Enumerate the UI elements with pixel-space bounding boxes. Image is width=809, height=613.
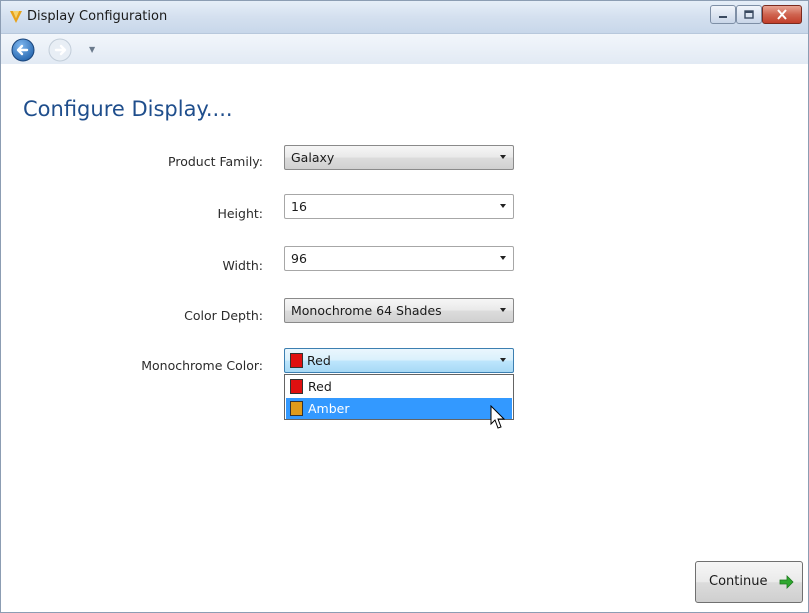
color-depth-value: Monochrome 64 Shades [291, 303, 442, 318]
forward-arrow-icon[interactable] [48, 38, 72, 62]
color-swatch-icon [290, 353, 303, 368]
back-arrow-icon[interactable] [11, 38, 35, 62]
monochrome-color-label: Monochrome Color: [141, 358, 263, 373]
maximize-icon [744, 10, 754, 19]
chevron-down-icon [500, 155, 506, 159]
height-value: 16 [291, 199, 307, 214]
dropdown-option-amber[interactable]: Amber [286, 398, 512, 419]
chevron-down-icon [500, 256, 506, 260]
monochrome-color-value: Red [307, 353, 331, 368]
width-select[interactable]: 96 [284, 246, 514, 271]
dropdown-option-label: Amber [308, 401, 350, 416]
chevron-down-icon [500, 204, 506, 208]
title-bar: Display Configuration [1, 1, 808, 34]
dropdown-option-label: Red [308, 379, 332, 394]
product-family-label: Product Family: [168, 154, 263, 169]
product-family-value: Galaxy [291, 150, 335, 165]
color-swatch-icon [290, 401, 303, 416]
chevron-down-icon [500, 358, 506, 362]
color-depth-select[interactable]: Monochrome 64 Shades [284, 298, 514, 323]
navigation-bar [1, 34, 808, 64]
minimize-button[interactable] [710, 5, 736, 24]
width-label: Width: [222, 258, 263, 273]
height-select[interactable]: 16 [284, 194, 514, 219]
continue-button[interactable]: Continue [695, 561, 803, 603]
app-window: Display Configuration ▼ Configure Displa… [0, 0, 809, 613]
dropdown-option-red[interactable]: Red [286, 376, 512, 397]
window-title: Display Configuration [27, 9, 168, 24]
width-value: 96 [291, 251, 307, 266]
product-family-select[interactable]: Galaxy [284, 145, 514, 170]
app-logo-icon [10, 11, 22, 23]
color-depth-label: Color Depth: [184, 308, 263, 323]
continue-label: Continue [709, 574, 768, 589]
height-label: Height: [217, 206, 263, 221]
monochrome-color-dropdown: Red Amber [284, 374, 514, 420]
close-icon [777, 9, 787, 20]
arrow-right-icon [779, 575, 794, 589]
monochrome-color-select[interactable]: Red [284, 348, 514, 373]
mouse-cursor-icon [490, 405, 506, 429]
chevron-down-icon [500, 308, 506, 312]
page-title: Configure Display.... [23, 97, 233, 121]
window-controls [710, 5, 802, 27]
maximize-button[interactable] [736, 5, 762, 24]
color-swatch-icon [290, 379, 303, 394]
minimize-icon [719, 15, 727, 18]
close-button[interactable] [762, 5, 802, 24]
history-dropdown-icon[interactable]: ▼ [89, 45, 95, 54]
